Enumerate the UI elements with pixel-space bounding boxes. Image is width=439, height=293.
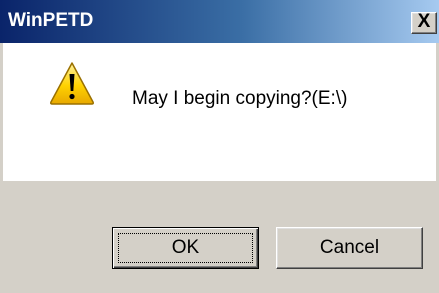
title-bar[interactable]: WinPETD X bbox=[0, 0, 439, 43]
cancel-button[interactable]: Cancel bbox=[276, 227, 423, 269]
message-text: May I begin copying?(E:\) bbox=[132, 88, 348, 109]
cancel-button-label: Cancel bbox=[319, 237, 380, 258]
close-icon: X bbox=[417, 11, 431, 32]
ok-button[interactable]: OK bbox=[112, 227, 259, 269]
warning-icon bbox=[49, 62, 95, 105]
ok-button-label: OK bbox=[171, 237, 200, 258]
window-title: WinPETD bbox=[8, 10, 94, 31]
close-button[interactable]: X bbox=[411, 12, 437, 34]
message-dialog: WinPETD X May I begin copying?(E:\) OK C… bbox=[0, 0, 439, 293]
